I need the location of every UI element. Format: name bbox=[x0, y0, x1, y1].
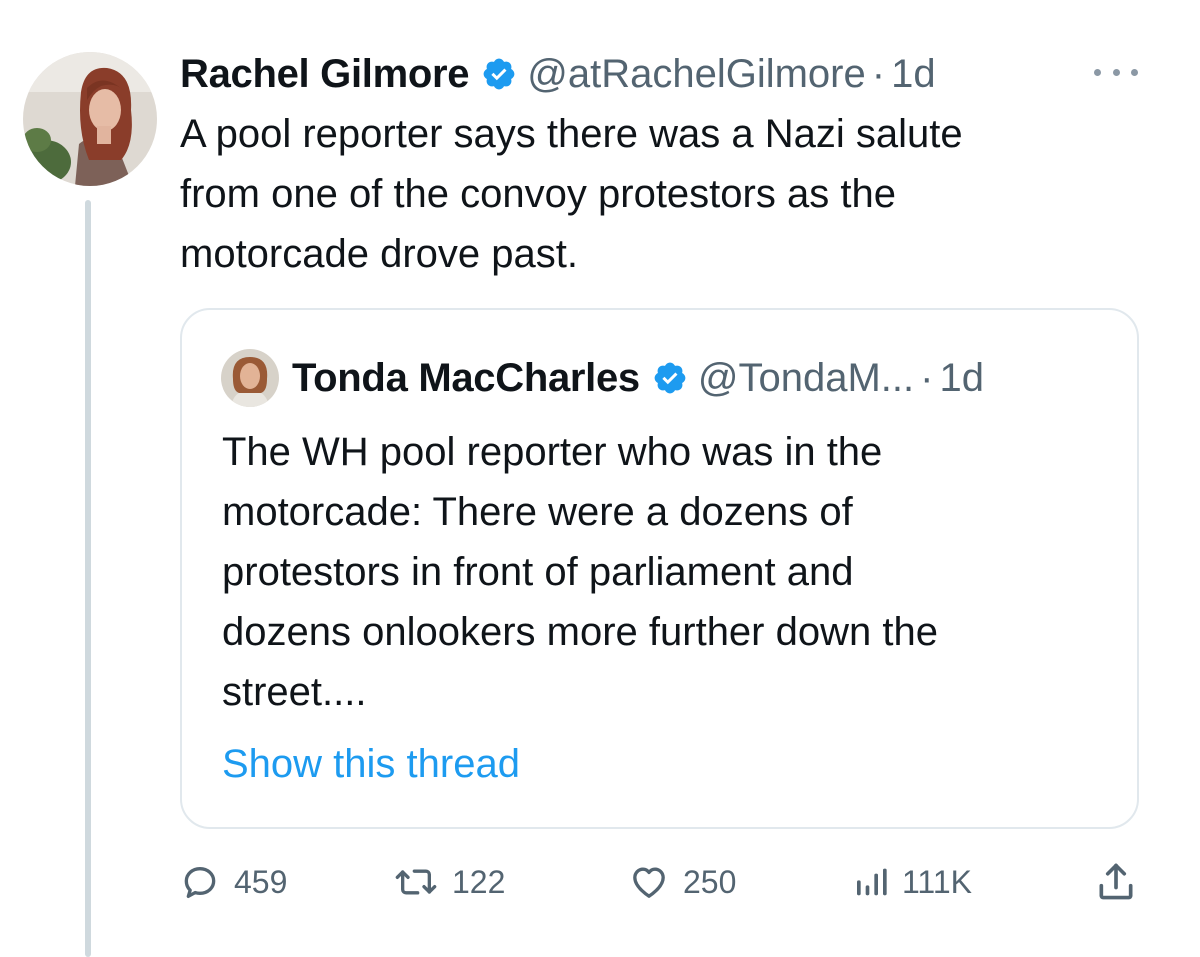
quoted-tweet-card[interactable]: Tonda MacCharles @TondaM... · 1d The WH … bbox=[180, 308, 1139, 829]
author-avatar[interactable] bbox=[23, 52, 157, 186]
quoted-author-avatar[interactable] bbox=[221, 349, 279, 407]
separator-dot: · bbox=[871, 52, 886, 96]
show-thread-link[interactable]: Show this thread bbox=[222, 734, 520, 794]
share-icon bbox=[1099, 863, 1133, 900]
views-button[interactable]: 111K bbox=[852, 852, 972, 912]
tweet-timestamp[interactable]: 1d bbox=[891, 46, 936, 102]
quoted-tweet-timestamp: 1d bbox=[939, 355, 984, 400]
reply-count: 459 bbox=[234, 863, 288, 900]
like-button[interactable]: 250 bbox=[629, 852, 736, 912]
quoted-tweet-text: The WH pool reporter who was in the moto… bbox=[222, 422, 1102, 722]
tweet-actions-bar: 459 122 250 111K bbox=[180, 852, 1140, 912]
tweet-text-line: from one of the convoy protestors as the bbox=[180, 172, 896, 216]
quoted-author-handle: @TondaM... bbox=[697, 355, 915, 400]
verified-badge-icon bbox=[481, 56, 517, 92]
tweet-text-line: motorcade drove past. bbox=[180, 232, 578, 276]
more-dot bbox=[1094, 68, 1101, 76]
heart-icon bbox=[633, 867, 665, 898]
reply-button[interactable]: 459 bbox=[180, 852, 287, 912]
repost-icon bbox=[395, 869, 437, 895]
author-handle[interactable]: @atRachelGilmore bbox=[527, 46, 866, 102]
more-options-icon[interactable] bbox=[1094, 58, 1138, 86]
thread-connector-line bbox=[85, 200, 91, 957]
reply-icon bbox=[184, 867, 216, 898]
quoted-text-line: dozens onlookers more further down the bbox=[222, 610, 938, 654]
like-count: 250 bbox=[683, 863, 737, 900]
quoted-tweet-header: Tonda MacCharles @TondaM... · 1d bbox=[292, 350, 984, 406]
more-dot bbox=[1131, 68, 1138, 76]
quoted-text-line: The WH pool reporter who was in the bbox=[222, 430, 883, 474]
tweet-header: Rachel Gilmore @atRachelGilmore · 1d bbox=[180, 46, 936, 102]
repost-count: 122 bbox=[452, 863, 506, 900]
more-dot bbox=[1112, 68, 1120, 76]
quoted-text-line: street.... bbox=[222, 670, 367, 714]
verified-badge-icon bbox=[652, 360, 688, 396]
views-count: 111K bbox=[902, 863, 972, 900]
share-button[interactable] bbox=[1094, 852, 1138, 912]
tweet-text-line: A pool reporter says there was a Nazi sa… bbox=[180, 112, 963, 156]
quoted-text-line: motorcade: There were a dozens of bbox=[222, 490, 853, 534]
quoted-author-name: Tonda MacCharles bbox=[292, 355, 640, 400]
quoted-text-line: protestors in front of parliament and bbox=[222, 550, 854, 594]
author-name[interactable]: Rachel Gilmore bbox=[180, 46, 470, 102]
tweet-text: A pool reporter says there was a Nazi sa… bbox=[180, 104, 1140, 284]
views-icon bbox=[857, 868, 887, 896]
separator-dot: · bbox=[920, 355, 934, 400]
repost-button[interactable]: 122 bbox=[394, 852, 505, 912]
